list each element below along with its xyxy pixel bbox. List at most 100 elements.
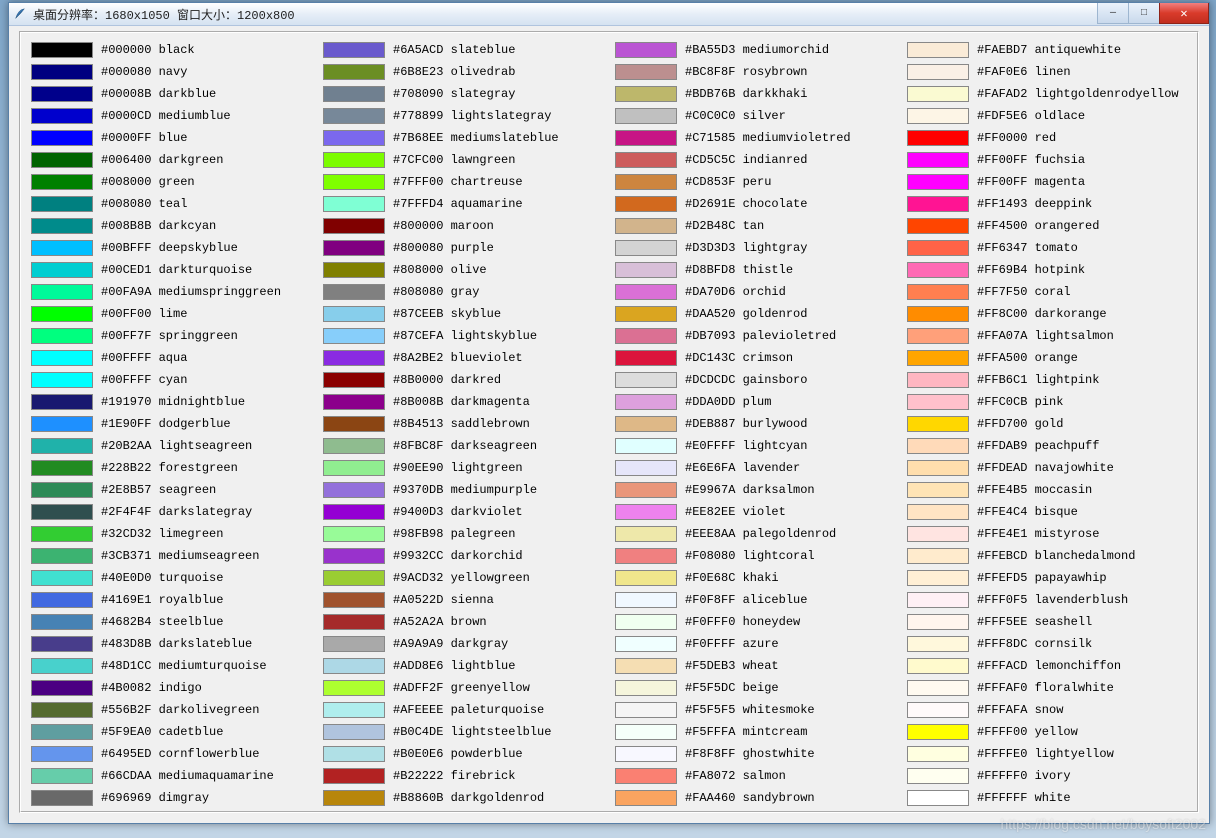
color-swatch: [907, 350, 969, 366]
color-label: #90EE90 lightgreen: [393, 461, 523, 475]
color-label: #DDA0DD plum: [685, 395, 771, 409]
color-row: #808000 olive: [323, 259, 603, 281]
color-label: #9932CC darkorchid: [393, 549, 523, 563]
color-label: #FFE4C4 bisque: [977, 505, 1078, 519]
color-label: #F0FFFF azure: [685, 637, 779, 651]
color-swatch: [31, 636, 93, 652]
color-label: #2E8B57 seagreen: [101, 483, 216, 497]
color-row: #FFEBCD blanchedalmond: [907, 545, 1187, 567]
color-swatch: [31, 394, 93, 410]
color-label: #00FF7F springgreen: [101, 329, 238, 343]
color-row: #7B68EE mediumslateblue: [323, 127, 603, 149]
color-swatch: [615, 218, 677, 234]
color-row: #FFC0CB pink: [907, 391, 1187, 413]
color-row: #008000 green: [31, 171, 311, 193]
color-label: #9ACD32 yellowgreen: [393, 571, 530, 585]
color-swatch: [615, 658, 677, 674]
color-row: #483D8B darkslateblue: [31, 633, 311, 655]
color-label: #7CFC00 lawngreen: [393, 153, 515, 167]
color-label: #AFEEEE paleturquoise: [393, 703, 544, 717]
color-swatch: [615, 174, 677, 190]
color-row: #CD5C5C indianred: [615, 149, 895, 171]
color-label: #F08080 lightcoral: [685, 549, 815, 563]
close-button[interactable]: ✕: [1159, 3, 1209, 24]
color-label: #FFA07A lightsalmon: [977, 329, 1114, 343]
color-swatch: [615, 790, 677, 806]
color-row: #F5DEB3 wheat: [615, 655, 895, 677]
color-row: #98FB98 palegreen: [323, 523, 603, 545]
color-label: #808000 olive: [393, 263, 487, 277]
minimize-icon: —: [1110, 8, 1116, 19]
color-swatch: [323, 372, 385, 388]
color-swatch: [323, 438, 385, 454]
color-row: #B0E0E6 powderblue: [323, 743, 603, 765]
color-label: #1E90FF dodgerblue: [101, 417, 231, 431]
color-label: #DCDCDC gainsboro: [685, 373, 807, 387]
color-label: #0000CD mediumblue: [101, 109, 231, 123]
titlebar[interactable]: 桌面分辨率：1680x1050 窗口大小：1200x800 — □ ✕: [9, 3, 1209, 26]
color-label: #008080 teal: [101, 197, 187, 211]
color-row: #7CFC00 lawngreen: [323, 149, 603, 171]
minimize-button[interactable]: —: [1097, 3, 1128, 24]
color-swatch: [615, 196, 677, 212]
color-row: #000000 black: [31, 39, 311, 61]
color-label: #2F4F4F darkslategray: [101, 505, 252, 519]
color-row: #FAEBD7 antiquewhite: [907, 39, 1187, 61]
color-row: #FFE4B5 moccasin: [907, 479, 1187, 501]
color-row: #FFF0F5 lavenderblush: [907, 589, 1187, 611]
color-swatch: [907, 460, 969, 476]
color-row: #F0F8FF aliceblue: [615, 589, 895, 611]
color-label: #483D8B darkslateblue: [101, 637, 252, 651]
color-swatch: [31, 548, 93, 564]
color-swatch: [31, 372, 93, 388]
color-label: #FF00FF magenta: [977, 175, 1085, 189]
color-label: #8B0000 darkred: [393, 373, 501, 387]
color-label: #EE82EE violet: [685, 505, 786, 519]
color-row: #DAA520 goldenrod: [615, 303, 895, 325]
color-swatch: [907, 592, 969, 608]
color-swatch: [907, 724, 969, 740]
client-area: #000000 black#000080 navy#00008B darkblu…: [19, 31, 1199, 813]
color-row: #BC8F8F rosybrown: [615, 61, 895, 83]
color-label: #FFEFD5 papayawhip: [977, 571, 1107, 585]
color-swatch: [323, 284, 385, 300]
color-swatch: [907, 680, 969, 696]
color-label: #4B0082 indigo: [101, 681, 202, 695]
color-label: #556B2F darkolivegreen: [101, 703, 259, 717]
color-row: #ADFF2F greenyellow: [323, 677, 603, 699]
color-swatch: [907, 570, 969, 586]
color-row: #ADD8E6 lightblue: [323, 655, 603, 677]
color-row: #00FFFF aqua: [31, 347, 311, 369]
color-row: #2F4F4F darkslategray: [31, 501, 311, 523]
color-swatch: [31, 702, 93, 718]
maximize-button[interactable]: □: [1128, 3, 1159, 24]
color-swatch: [907, 328, 969, 344]
color-swatch: [907, 438, 969, 454]
color-swatch: [907, 482, 969, 498]
color-label: #FFE4B5 moccasin: [977, 483, 1092, 497]
maximize-icon: □: [1141, 8, 1147, 19]
color-row: #0000FF blue: [31, 127, 311, 149]
color-label: #00FFFF cyan: [101, 373, 187, 387]
color-row: #191970 midnightblue: [31, 391, 311, 413]
color-swatch: [615, 768, 677, 784]
color-label: #8B4513 saddlebrown: [393, 417, 530, 431]
color-swatch: [323, 768, 385, 784]
color-label: #708090 slategray: [393, 87, 515, 101]
color-row: #F5F5DC beige: [615, 677, 895, 699]
color-label: #6495ED cornflowerblue: [101, 747, 259, 761]
color-swatch: [323, 350, 385, 366]
color-label: #9370DB mediumpurple: [393, 483, 537, 497]
color-label: #9400D3 darkviolet: [393, 505, 523, 519]
color-swatch: [31, 614, 93, 630]
color-swatch: [907, 86, 969, 102]
color-swatch: [615, 746, 677, 762]
color-row: #8B0000 darkred: [323, 369, 603, 391]
color-row: #E0FFFF lightcyan: [615, 435, 895, 457]
color-row: #9932CC darkorchid: [323, 545, 603, 567]
color-label: #FDF5E6 oldlace: [977, 109, 1085, 123]
color-swatch: [907, 416, 969, 432]
color-row: #A52A2A brown: [323, 611, 603, 633]
color-label: #DAA520 goldenrod: [685, 307, 807, 321]
color-label: #C71585 mediumvioletred: [685, 131, 851, 145]
